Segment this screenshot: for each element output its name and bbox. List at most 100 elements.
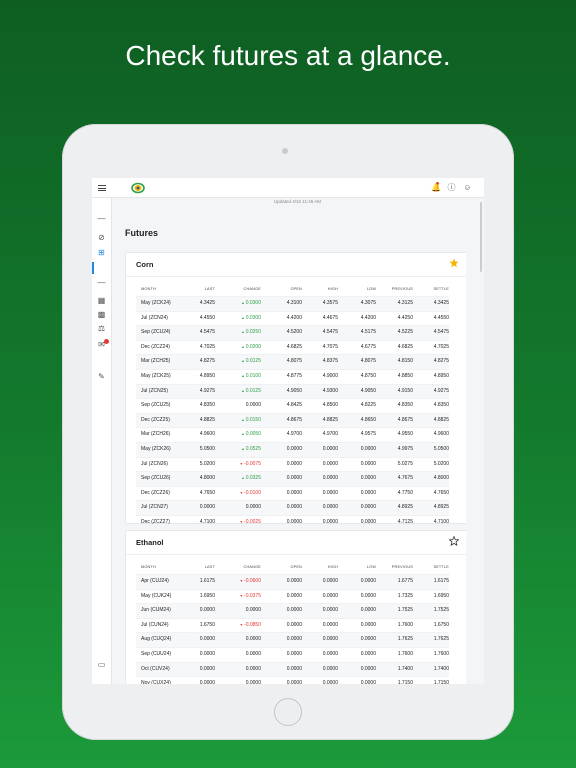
arrow-down-icon: ▼ [239,622,245,627]
cell-previous: 1.7625 [397,636,413,643]
table-row[interactable]: Apr (CUJ24) 1.6175 ▼ -0.0600 0.0000 0.0000 0.… [136,574,449,589]
cell-last: 4.7025 [199,343,215,350]
cell-previous: 1.7325 [397,592,413,599]
cell-last: 0.0000 [199,665,215,672]
cell-last: 5.0200 [199,460,215,467]
cell-month: Dec (ZCZ26) [141,489,170,496]
table-row[interactable]: Dec (ZCZ26) 4.7650 ▼ -0.0100 0.0000 0.0000 0.… [136,485,449,501]
sidebar-trash-icon[interactable]: ▭ [97,660,106,669]
cell-previous: 4.8850 [397,372,413,379]
bell-icon[interactable]: 🔔 [431,183,441,192]
sidebar-crops-icon[interactable]: ⊘ [97,233,106,242]
cell-open: 4.5200 [286,329,302,336]
cell-settle: 4.7100 [433,518,449,525]
sidebar-notes-icon[interactable]: ✎ [97,372,106,381]
mail-badge [104,339,109,344]
sidebar-divider: — [97,214,106,223]
updated-timestamp: Updated 4/10 11:46 AM [274,199,321,204]
table-row[interactable]: Dec (ZCZ24) 4.7025 ▲ 0.0200 4.6825 4.7075 4.6… [136,339,449,355]
cell-month: May (ZCK25) [141,372,171,379]
hamburger-menu-icon[interactable] [98,185,106,191]
cell-previous: 4.4250 [397,314,413,321]
user-settings-icon[interactable]: ☺ [463,183,472,192]
cell-previous: 4.9975 [397,445,413,452]
sidebar-book-icon[interactable]: ▩ [97,310,106,319]
col-change: CHANGE [243,565,261,569]
cell-month: Sep (ZCU25) [141,402,171,409]
table-row[interactable]: Sep (ZCU24) 4.5475 ▲ 0.0250 4.5200 4.5475 4.5… [136,325,449,340]
home-button[interactable] [274,698,302,726]
scrollbar[interactable] [480,202,482,272]
cell-low: 4.3075 [360,300,376,306]
cell-change: ▼ -0.0100 [239,489,261,496]
sidebar-futures-icon[interactable]: ⊞ [97,248,106,257]
help-icon[interactable]: ⓘ [447,183,456,192]
favorite-star-icon[interactable] [449,258,459,268]
cell-open: 0.0000 [286,621,302,628]
cell-last: 4.8825 [199,416,215,423]
cell-low: 4.8650 [360,416,376,423]
cell-settle: 1.6175 [433,578,449,584]
table-row[interactable]: Sep (CUU24) 0.0000 0.0000 0.0000 0.0000 0.000… [136,646,449,662]
cell-month: Dec (ZCZ27) [141,518,170,525]
sidebar-scale-icon[interactable]: ⚖ [97,324,106,333]
table-row[interactable]: Mar (ZCH26) 4.9600 ▲ 0.0050 4.9700 4.9700 4.9… [136,427,449,442]
cell-month: Mar (ZCH26) [141,431,171,438]
cell-open: 0.0000 [286,650,302,657]
cell-month: May (ZCK26) [141,445,171,452]
favorite-star-outline-icon[interactable] [449,536,459,546]
table-row[interactable]: Jul (ZCN27) 0.0000 0.0000 0.0000 0.0000 0.000… [136,500,449,515]
table-row[interactable]: Jul (CUN24) 1.6750 ▼ -0.0850 0.0000 0.0000 0.… [136,617,449,633]
cell-open: 0.0000 [286,578,302,584]
table-row[interactable]: Dec (ZCZ27) 4.7100 ▼ -0.0025 0.0000 0.0000 0.… [136,514,449,530]
arrow-up-icon: ▲ [241,315,246,320]
table-row[interactable]: Mar (ZCH25) 4.8275 ▲ 0.0125 4.8075 4.8375 4.8… [136,354,449,369]
cell-last: 4.8275 [199,358,215,365]
cell-change: ▲ 0.0325 [241,475,261,482]
table-row[interactable]: Jul (ZCN26) 5.0200 ▼ -0.0075 0.0000 0.0000 0.… [136,456,449,472]
table-row[interactable]: Sep (ZCU26) 4.8000 ▲ 0.0325 0.0000 0.0000 0.0… [136,471,449,486]
cell-last: 0.0000 [199,636,215,643]
page-title: Futures [125,228,159,238]
cell-month: Sep (CUU24) [141,650,172,657]
table-row[interactable]: May (CUK24) 1.6950 ▼ -0.0375 0.0000 0.0000 0.… [136,588,449,604]
cell-change: ▲ 0.0150 [241,416,261,423]
cell-last: 4.8350 [199,402,215,409]
cell-settle: 4.8950 [433,372,449,379]
cell-open: 4.3100 [286,300,302,306]
table-row[interactable]: Jul (ZCN24) 4.4550 ▲ 0.0300 4.4200 4.4675 4.4… [136,310,449,326]
table-row[interactable]: Jul (ZCN25) 4.9275 ▲ 0.0125 4.9050 4.9300 4.9… [136,383,449,399]
col-low: LOW [366,287,376,291]
table-row[interactable]: May (ZCK25) 4.8950 ▲ 0.0100 4.8775 4.9000 4.8… [136,368,449,384]
cell-month: Jul (ZCN27) [141,504,168,511]
cell-previous: 4.8675 [397,416,413,423]
table-row[interactable]: Sep (ZCU25) 4.8350 0.0000 4.8425 4.8500 4.822… [136,398,449,413]
cell-previous: 4.7125 [397,518,413,525]
cell-settle: 4.8825 [433,416,449,423]
table-row[interactable]: May (ZCK24) 4.3425 ▲ 0.0300 4.3100 4.3575 4.3… [136,296,449,311]
camera [282,148,288,154]
table-row[interactable]: May (ZCK26) 5.0500 ▲ 0.0525 0.0000 0.0000 0.0… [136,441,449,457]
cell-previous: 1.7600 [397,621,413,628]
table-row[interactable]: Nov (CUX24) 0.0000 0.0000 0.0000 0.0000 0.000… [136,676,449,684]
cell-low: 4.5175 [360,329,376,336]
cell-high: 0.0000 [322,445,338,452]
top-bar: 🔔 ⓘ ☺ [92,178,484,198]
table-row[interactable]: Aug (CUQ24) 0.0000 0.0000 0.0000 0.0000 0.000… [136,632,449,647]
cell-low: 0.0000 [360,445,376,452]
cell-month: Nov (CUX24) [141,680,171,684]
cell-settle: 4.7650 [433,489,449,496]
cell-settle: 4.7025 [433,343,449,350]
col-open: OPEN [290,565,302,569]
cell-high: 4.5475 [322,329,338,336]
sidebar-calendar-icon[interactable]: ▦ [97,296,106,305]
cell-open: 0.0000 [286,445,302,452]
cell-settle: 5.0200 [433,460,449,467]
table-row[interactable]: Jun (CUM24) 0.0000 0.0000 0.0000 0.0000 0.000… [136,603,449,618]
table-row[interactable]: Dec (ZCZ25) 4.8825 ▲ 0.0150 4.8675 4.8825 4.8… [136,412,449,428]
ethanol-card: Ethanol MONTH LAST CHANGE OPEN HIGH LOW … [125,530,466,684]
col-low: LOW [366,565,376,569]
cell-change: 0.0000 [245,665,261,672]
cell-high: 0.0000 [322,621,338,628]
table-row[interactable]: Oct (CUV24) 0.0000 0.0000 0.0000 0.0000 0.000… [136,661,449,677]
